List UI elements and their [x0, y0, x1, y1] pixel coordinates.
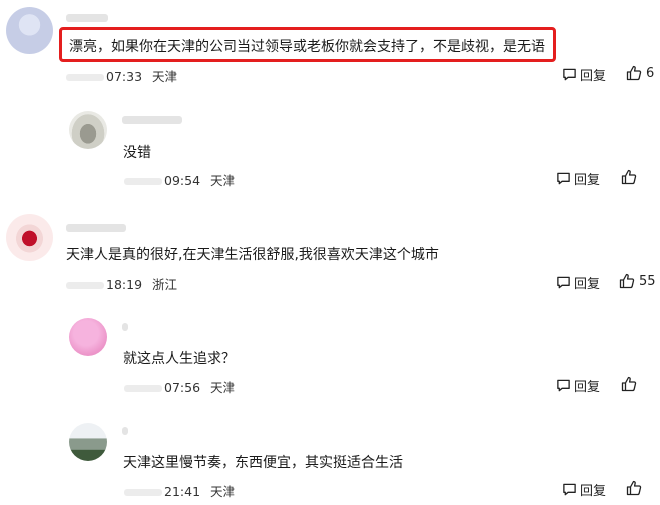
thumbs-up-icon — [621, 169, 637, 185]
comment-bubble-icon — [562, 67, 577, 82]
avatar[interactable] — [6, 7, 53, 54]
comment-meta: 07:33 天津 — [66, 66, 177, 85]
comment-meta: 07:56 天津 — [124, 377, 235, 396]
username — [122, 427, 128, 435]
date — [124, 178, 162, 185]
like-count: 6 — [646, 65, 655, 81]
comment-location: 天津 — [210, 173, 236, 188]
comment-meta: 21:41 天津 — [124, 481, 235, 500]
avatar[interactable] — [69, 111, 107, 149]
reply-button[interactable]: 回复 — [556, 376, 600, 395]
comment-time: 21:41 — [164, 484, 201, 499]
reply-label: 回复 — [580, 484, 607, 499]
thumbs-up-icon — [621, 376, 637, 392]
comment-text: 就这点人生追求？ — [123, 351, 235, 367]
date — [124, 385, 162, 392]
comment-location: 浙江 — [152, 277, 178, 292]
like-count: 55 — [639, 273, 656, 289]
thumbs-up-icon — [619, 273, 635, 289]
like-button[interactable] — [626, 480, 646, 496]
comment-bubble-icon — [556, 378, 571, 393]
comment-meta: 18:19 浙江 — [66, 274, 177, 293]
comment-bubble-icon — [562, 482, 577, 497]
thumbs-up-icon — [626, 65, 642, 81]
reply-label: 回复 — [580, 69, 607, 84]
reply-button[interactable]: 回复 — [562, 65, 606, 84]
like-button[interactable]: 6 — [626, 65, 654, 81]
avatar[interactable] — [69, 318, 107, 356]
comment-text: 漂亮，如果你在天津的公司当过领导或老板你就会支持了，不是歧视，是无语 — [69, 39, 545, 55]
username — [122, 323, 128, 331]
username — [122, 116, 182, 124]
like-button[interactable] — [621, 169, 641, 185]
reply-label: 回复 — [574, 173, 601, 188]
avatar[interactable] — [69, 423, 107, 461]
like-button[interactable]: 55 — [619, 273, 656, 289]
reply-label: 回复 — [574, 277, 601, 292]
comment-time: 07:56 — [164, 380, 201, 395]
comment-text: 天津人是真的很好,在天津生活很舒服,我很喜欢天津这个城市 — [66, 247, 439, 263]
reply-label: 回复 — [574, 380, 601, 395]
reply-button[interactable]: 回复 — [562, 480, 606, 499]
reply-button[interactable]: 回复 — [556, 169, 600, 188]
like-button[interactable] — [621, 376, 641, 392]
comment-location: 天津 — [152, 69, 178, 84]
date — [124, 489, 162, 496]
reply-button[interactable]: 回复 — [556, 273, 600, 292]
comment-bubble-icon — [556, 171, 571, 186]
avatar[interactable] — [6, 214, 53, 261]
comment-text: 天津这里慢节奏，东西便宜，其实挺适合生活 — [123, 455, 403, 471]
thumbs-up-icon — [626, 480, 642, 496]
date — [66, 74, 104, 81]
username — [66, 224, 126, 232]
comment-time: 09:54 — [164, 173, 201, 188]
comment-meta: 09:54 天津 — [124, 170, 235, 189]
comment-location: 天津 — [210, 380, 236, 395]
comment-time: 18:19 — [106, 277, 143, 292]
comment-text: 没错 — [123, 145, 151, 161]
username — [66, 14, 108, 22]
comment-time: 07:33 — [106, 69, 143, 84]
comment-bubble-icon — [556, 275, 571, 290]
comment-location: 天津 — [210, 484, 236, 499]
date — [66, 282, 104, 289]
